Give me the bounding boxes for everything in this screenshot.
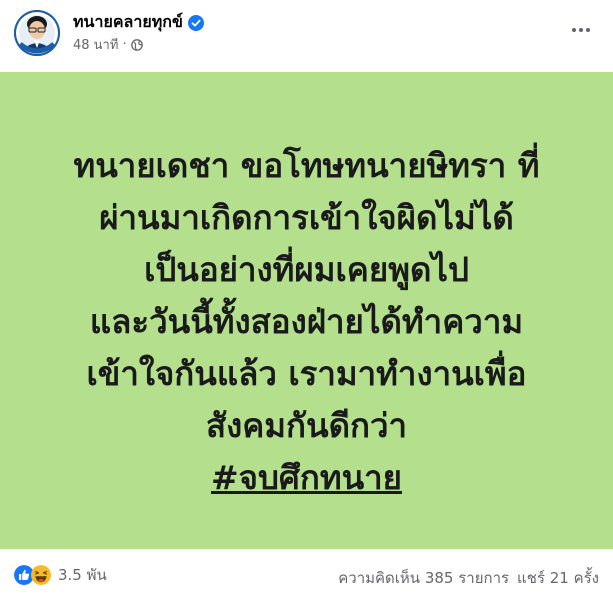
post-line: ทนายเดชา ขอโทษทนายษิทรา ที่ <box>73 146 540 185</box>
shares-count[interactable]: แชร์ 21 ครั้ง <box>517 566 599 590</box>
avatar[interactable] <box>14 10 60 56</box>
post-meta: 48 นาที · <box>73 34 143 55</box>
post-line: สังคมกันดีกว่า <box>205 406 408 445</box>
post-line: เป็นอย่างที่ผมเคยพูดไป <box>144 250 469 289</box>
reactions-summary[interactable]: 3.5 พัน <box>14 563 107 587</box>
post-header: ทนายคลายทุกข์ 48 นาที · <box>0 0 613 72</box>
meta-separator: · <box>122 37 127 52</box>
author-row: ทนายคลายทุกข์ <box>73 10 204 35</box>
engagement-stats: ความคิดเห็น 385 รายการ แชร์ 21 ครั้ง <box>338 566 599 590</box>
hashtag[interactable]: #จบศึกทนาย <box>0 452 613 504</box>
comments-count[interactable]: ความคิดเห็น 385 รายการ <box>338 566 509 590</box>
post-line: เข้าใจกันแล้ว เรามาทำงานเพื่อ <box>86 354 527 393</box>
author-name[interactable]: ทนายคลายทุกข์ <box>73 10 183 35</box>
post-line: ผ่านมาเกิดการเข้าใจผิดไม่ได้ <box>99 198 514 237</box>
post-line: และวันนี้ทั้งสองฝ่ายได้ทำความ <box>89 302 524 341</box>
globe-icon[interactable] <box>130 38 143 51</box>
post-text: ทนายเดชา ขอโทษทนายษิทรา ที่ ผ่านมาเกิดกา… <box>0 140 613 504</box>
verified-badge-icon <box>187 14 204 31</box>
haha-icon <box>31 565 51 585</box>
post-time[interactable]: 48 นาที <box>73 34 118 55</box>
more-options-icon[interactable] <box>567 20 595 40</box>
post-text-image: ทนายเดชา ขอโทษทนายษิทรา ที่ ผ่านมาเกิดกา… <box>0 72 613 549</box>
post-footer: 3.5 พัน ความคิดเห็น 385 รายการ แชร์ 21 ค… <box>0 549 613 601</box>
reaction-count: 3.5 พัน <box>58 566 107 584</box>
